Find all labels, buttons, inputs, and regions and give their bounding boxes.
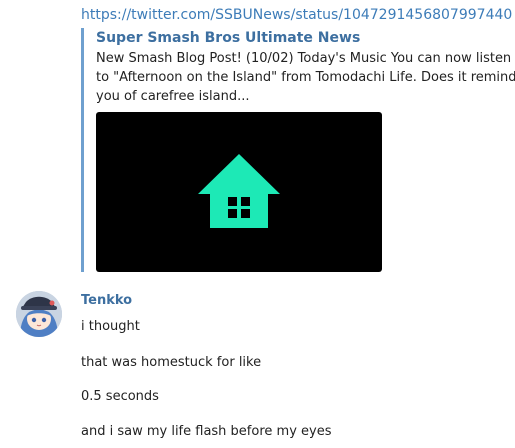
embed-image[interactable]: [96, 112, 382, 272]
message-author[interactable]: Tenkko: [81, 292, 132, 309]
message-line: and i saw my life flash before my eyes: [81, 424, 332, 439]
tweet-link[interactable]: https://twitter.com/SSBUNews/status/1047…: [81, 6, 512, 24]
message-line: 0.5 seconds: [81, 389, 159, 404]
embed-title[interactable]: Super Smash Bros Ultimate News: [96, 29, 360, 47]
message-line: i thought: [81, 319, 140, 334]
house-icon: [198, 154, 280, 228]
message-line: that was homestuck for like: [81, 355, 262, 370]
embed-description: New Smash Blog Post! (10/02) Today's Mus…: [96, 51, 515, 104]
link-embed: Super Smash Bros Ultimate News New Smash…: [81, 28, 515, 272]
user-avatar-image: [16, 291, 62, 337]
avatar[interactable]: [16, 291, 62, 337]
